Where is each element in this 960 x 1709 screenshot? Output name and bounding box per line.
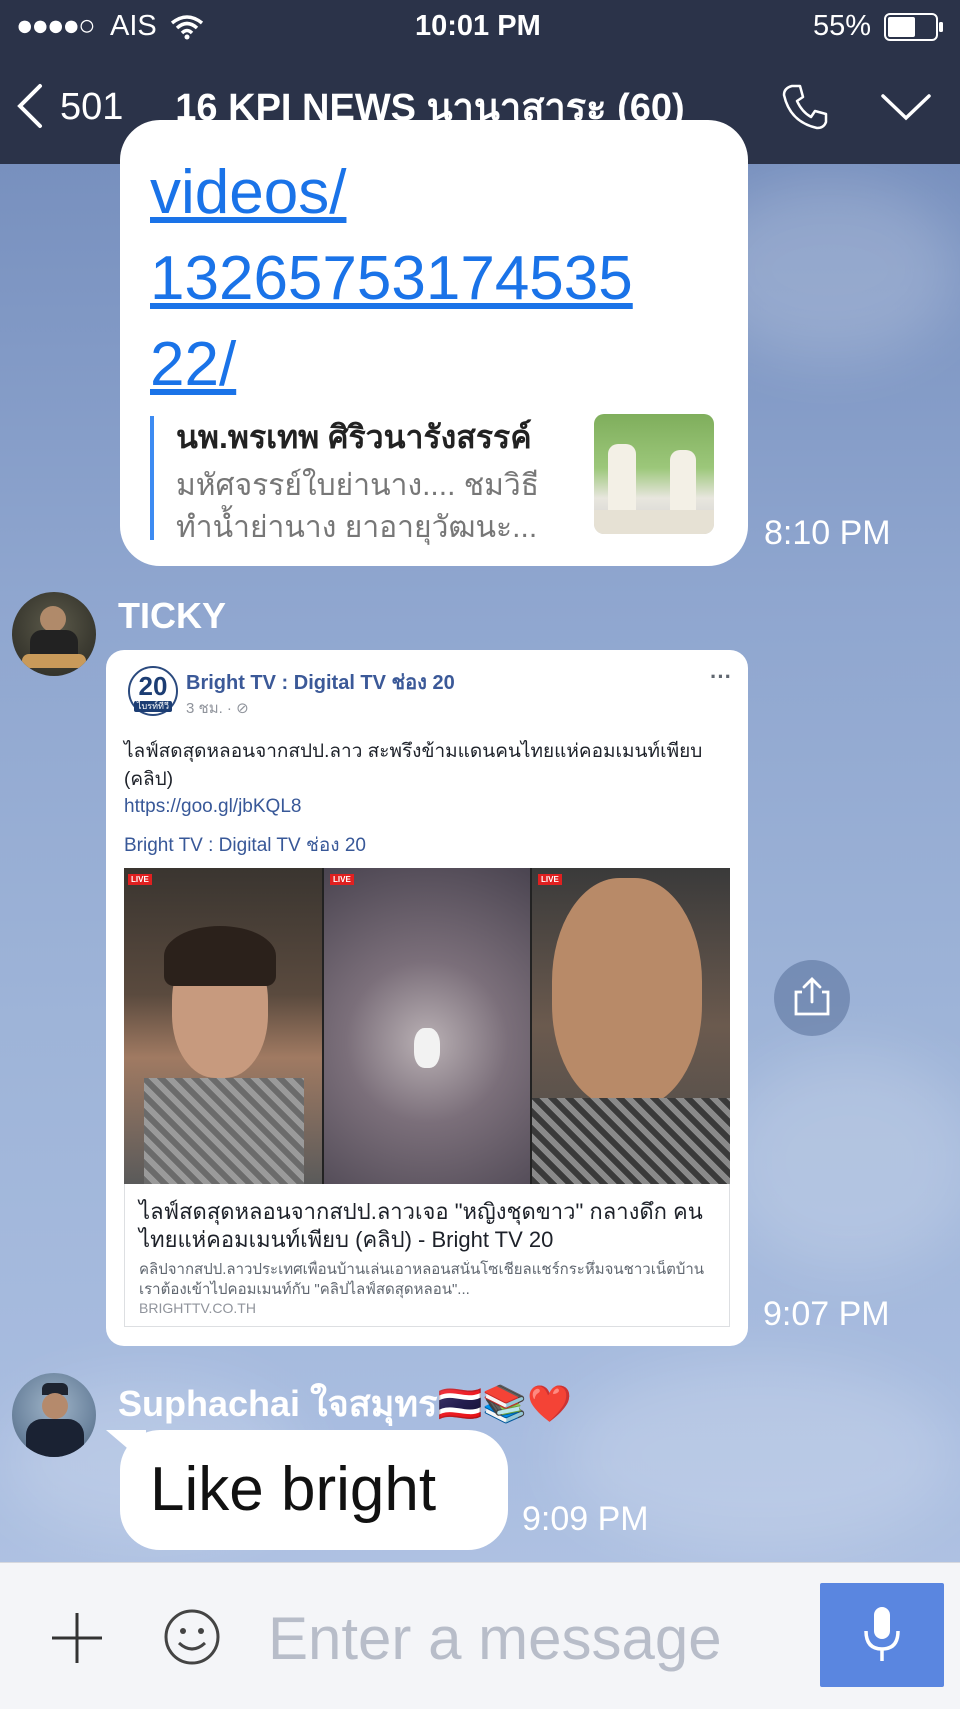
avatar-body — [26, 1419, 84, 1457]
page-logo-number: 20 — [138, 671, 168, 701]
message-time: 8:10 PM — [764, 514, 891, 552]
more-options-icon[interactable]: ··· — [710, 664, 732, 690]
shared-post-card[interactable]: 20 ไบรท์ทีวี Bright TV : Digital TV ช่อง… — [106, 650, 748, 1346]
voice-button[interactable] — [820, 1583, 944, 1687]
share-button[interactable] — [774, 960, 850, 1036]
battery-icon — [884, 13, 944, 46]
preview-thumbnail — [594, 414, 714, 534]
back-chevron-icon — [17, 84, 42, 128]
frame-scarf — [532, 1098, 730, 1184]
video-frame — [124, 868, 322, 1184]
status-bar: ●●●●○ AIS 10:01 PM 55% — [0, 0, 960, 52]
frame-ghost-figure — [414, 1028, 440, 1068]
battery-percent: 55% — [813, 10, 872, 42]
clock: 10:01 PM — [415, 10, 541, 42]
post-image[interactable]: LIVE LIVE LIVE — [124, 868, 730, 1184]
page-logo: 20 ไบรท์ทีวี — [128, 666, 178, 716]
message-input-bar — [0, 1562, 960, 1709]
avatar[interactable] — [12, 1373, 96, 1457]
frame-face — [552, 878, 702, 1108]
video-frame — [324, 868, 530, 1184]
message-link[interactable]: videos/ 13265753174535 22/ — [150, 150, 633, 408]
thumbnail-figure — [670, 450, 696, 514]
signal-strength: ●●●●○ — [16, 10, 96, 42]
post-source[interactable]: Bright TV : Digital TV ช่อง 20 — [124, 830, 366, 860]
link-card-description: คลิปจากสปป.ลาวประเทศเพื่อนบ้านเล่นเอาหลอ… — [139, 1261, 705, 1298]
frame-shirt — [144, 1078, 304, 1184]
preview-description: มหัศจรรย์ใบย่านาง.... ชมวิธี — [176, 469, 540, 502]
message-time: 9:09 PM — [522, 1500, 649, 1538]
message-text: Like bright — [150, 1455, 437, 1524]
preview-title: นพ.พรเทพ ศิริวนารังสรรค์ — [176, 419, 532, 455]
avatar[interactable] — [12, 592, 96, 676]
link-line: 13265753174535 — [150, 244, 633, 313]
thumbnail-table — [594, 510, 714, 534]
preview-description: ทำน้ำย่านาง ยาอายุวัฒนะ... — [176, 511, 538, 544]
plus-icon[interactable] — [48, 1609, 106, 1667]
message-input[interactable] — [266, 1597, 790, 1679]
frame-hair — [164, 926, 276, 986]
emoji-icon[interactable] — [162, 1607, 222, 1667]
sender-name: TICKY — [118, 595, 226, 636]
back-button[interactable]: 501 — [14, 80, 134, 130]
post-link[interactable]: https://goo.gl/jbKQL8 — [124, 796, 301, 818]
share-icon — [794, 977, 830, 1016]
phone-icon[interactable] — [780, 82, 830, 132]
page-name[interactable]: Bright TV : Digital TV ช่อง 20 — [186, 666, 455, 698]
avatar-face — [42, 1393, 68, 1419]
message-bubble-link[interactable]: videos/ 13265753174535 22/ นพ.พรเทพ ศิริ… — [120, 120, 748, 566]
background-cloud — [720, 1050, 960, 1270]
thumbnail-figure — [608, 444, 636, 514]
carrier-name: AIS — [110, 10, 157, 42]
post-timestamp: 3 ชม. · ⊘ — [186, 700, 249, 717]
preview-accent-bar — [150, 416, 154, 540]
link-card-domain: BRIGHTTV.CO.TH — [139, 1300, 256, 1316]
link-card-title: ไลฟ์สดสุดหลอนจากสปป.ลาวเจอ "หญิงชุดขาว" … — [139, 1199, 703, 1252]
avatar-face — [40, 606, 66, 632]
wifi-icon — [170, 14, 204, 45]
chevron-down-icon[interactable] — [880, 92, 932, 122]
message-time: 9:07 PM — [763, 1295, 890, 1333]
link-card[interactable]: ไลฟ์สดสุดหลอนจากสปป.ลาวเจอ "หญิงชุดขาว" … — [124, 1184, 730, 1327]
microphone-icon — [864, 1607, 900, 1661]
link-line: videos/ — [150, 158, 347, 227]
sender-name: Suphachai ใจสมุทร🇹🇭📚❤️ — [118, 1383, 572, 1424]
page-logo-text: ไบรท์ทีวี — [134, 701, 172, 712]
avatar-food — [22, 654, 86, 668]
live-badge: LIVE — [538, 874, 562, 885]
post-text: ไลฟ์สดสุดหลอนจากสปป.ลาว สะพรึงข้ามแดนคนไ… — [124, 741, 703, 790]
message-bubble-text[interactable]: Like bright — [106, 1430, 508, 1550]
live-badge: LIVE — [330, 874, 354, 885]
video-frame — [532, 868, 730, 1184]
live-badge: LIVE — [128, 874, 152, 885]
link-line: 22/ — [150, 330, 237, 399]
back-unread-count: 501 — [60, 86, 124, 128]
